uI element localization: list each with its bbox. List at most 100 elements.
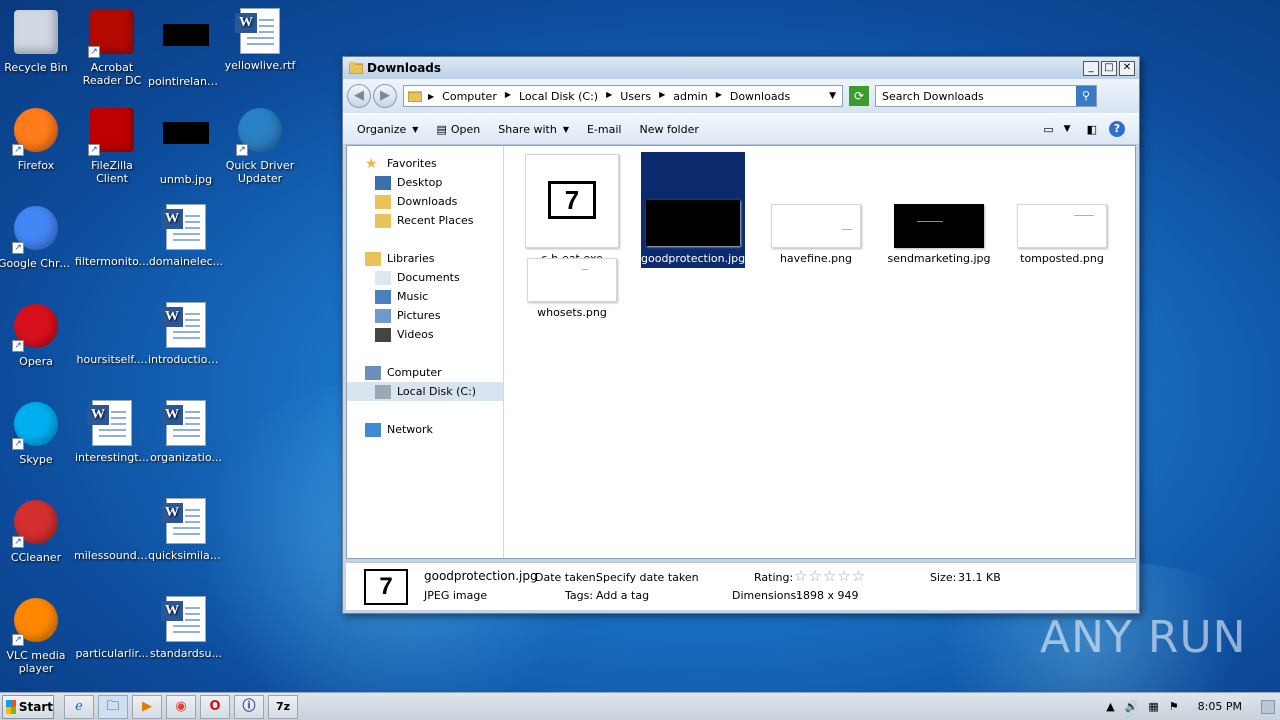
media-player-icon[interactable]: ▶ (132, 694, 162, 719)
desktop-icon[interactable]: Winterestingt... (74, 400, 150, 464)
minimize-button[interactable]: _ (1083, 60, 1099, 76)
view-options-icon[interactable]: ▭ (1043, 123, 1053, 136)
nav-item-label: Music (397, 290, 429, 303)
help-icon[interactable]: ? (1109, 121, 1125, 137)
chevron-right-icon[interactable]: ▶ (505, 90, 511, 103)
exe-taskbar-icon[interactable]: 7z (268, 694, 298, 719)
start-button[interactable]: Start (2, 694, 54, 719)
chevron-right-icon[interactable]: ▶ (716, 90, 722, 103)
nav-item-label: Libraries (387, 252, 435, 265)
clock[interactable]: 8:05 PM (1198, 700, 1242, 713)
action-center-flag-icon[interactable]: ⚑ (1169, 700, 1179, 713)
nav-item[interactable]: Downloads (347, 192, 503, 211)
command-button[interactable]: Organize ▼ (357, 123, 418, 136)
word-doc-icon: W (161, 204, 210, 252)
nav-item[interactable]: Local Disk (C:) (347, 382, 503, 401)
command-button[interactable]: New folder (639, 123, 698, 136)
file-name: whosets.png (537, 306, 607, 319)
desktop-icon[interactable]: ↗ VLC media player (0, 596, 74, 675)
maximize-button[interactable]: □ (1101, 60, 1117, 76)
desktop-icon[interactable]: milessound.... (74, 498, 150, 562)
nav-item[interactable]: Desktop (347, 173, 503, 192)
desktop-icon-label: Firefox (17, 159, 55, 172)
desktop-icon[interactable]: Worganizatio... (148, 400, 224, 464)
desktop-icon[interactable]: Wintroduction... (148, 302, 224, 366)
refresh-button[interactable]: ⟳ (849, 86, 869, 106)
command-button[interactable]: Share with ▼ (498, 123, 569, 136)
close-button[interactable]: ✕ (1119, 60, 1135, 76)
desktop-icon[interactable]: ↗ Firefox (0, 106, 74, 172)
nav-item[interactable]: Recent Places (347, 211, 503, 230)
desktop-icon[interactable]: Wstandardsu... (148, 596, 224, 660)
chevron-right-icon[interactable]: ▶ (659, 90, 665, 103)
file-item[interactable]: tomposted.png (1010, 152, 1114, 265)
preview-pane-icon[interactable]: ◧ (1087, 123, 1097, 136)
desktop-icon[interactable]: Wquicksimilar.rtf (148, 498, 224, 562)
desktop-icon-label: particularlir... (75, 647, 149, 660)
network-tray-icon[interactable]: ▦ (1148, 700, 1158, 713)
back-button[interactable]: ◀ (347, 84, 371, 108)
desktop-icon[interactable]: hoursitself.... (74, 302, 150, 366)
desktop-icon[interactable]: Wyellowlive.rtf (222, 8, 298, 72)
desktop-icon[interactable]: ↗ Google Chrome (0, 204, 74, 270)
chevron-right-icon[interactable]: ▶ (606, 90, 612, 103)
file-item[interactable]: whosets.png (520, 258, 624, 319)
forward-button[interactable]: ▶ (373, 84, 397, 108)
search-icon[interactable]: ⚲ (1076, 86, 1096, 106)
breadcrumb-item[interactable]: Local Disk (C:) (519, 90, 598, 103)
desktop-icon[interactable]: pointireland... (148, 8, 224, 88)
info-icon[interactable]: ⓘ (234, 694, 264, 719)
address-bar[interactable]: ▶ Computer ▶ Local Disk (C:) ▶ Users ▶ admin ▶ D… (403, 85, 843, 107)
search-placeholder: Search Downloads (882, 89, 984, 103)
internet-explorer-icon[interactable]: ℯ (64, 694, 94, 719)
chevron-up-icon[interactable]: ▲ (1106, 700, 1114, 713)
command-button[interactable]: ▤ Open (436, 123, 480, 136)
breadcrumb-item[interactable]: Downloads (730, 90, 790, 103)
desktop-icon[interactable]: Recycle Bin (0, 8, 74, 74)
nav-item[interactable]: Computer (347, 363, 503, 382)
file-item[interactable]: goodprotection.jpg (641, 152, 745, 268)
desktop-icon-label: VLC media player (6, 649, 66, 675)
acrobat-icon: ↗ (88, 10, 136, 58)
desktop-icon[interactable]: particularlir... (74, 596, 150, 660)
command-button[interactable]: E-mail (587, 123, 622, 136)
nav-item[interactable]: Libraries (347, 249, 503, 268)
chevron-down-icon[interactable]: ▼ (829, 91, 836, 101)
nav-item[interactable]: ★ Favorites (347, 154, 503, 173)
show-desktop-button[interactable] (1261, 699, 1275, 714)
volume-icon[interactable]: 🔊 (1125, 700, 1139, 713)
desktop-icon-label: CCleaner (10, 551, 62, 564)
breadcrumb-item[interactable]: admin (673, 90, 707, 103)
nav-item[interactable]: Documents (347, 268, 503, 287)
black-thumbnail-icon (162, 24, 210, 72)
desktop-icon[interactable]: ↗ Quick Driver Updater (222, 106, 298, 185)
chevron-down-icon[interactable]: ▼ (1064, 124, 1071, 134)
desktop-icon[interactable]: Wdomainelec... (148, 204, 224, 268)
detail-tags-value[interactable]: Add a tag (596, 589, 649, 602)
desktop-icon[interactable]: ↗ Opera (0, 302, 74, 368)
breadcrumb-item[interactable]: Users (620, 90, 651, 103)
desktop-icon[interactable]: ↗ Skype (0, 400, 74, 466)
breadcrumb-item[interactable]: Computer (442, 90, 497, 103)
detail-date-value[interactable]: Specify date taken (596, 571, 699, 584)
desktop-icon[interactable]: ↗ CCleaner (0, 498, 74, 564)
explorer-taskbar-icon[interactable]: 🗀 (98, 694, 128, 719)
search-input[interactable]: Search Downloads ⚲ (875, 85, 1097, 107)
nav-item[interactable]: Music (347, 287, 503, 306)
chrome-taskbar-icon[interactable]: ◉ (166, 694, 196, 719)
explorer-window[interactable]: Downloads _ □ ✕ ◀ ▶ ▶ Computer ▶ Local Dis… (342, 56, 1140, 614)
desktop-icon[interactable]: ↗ Acrobat Reader DC (74, 8, 150, 87)
nav-item[interactable]: Pictures (347, 306, 503, 325)
file-item[interactable]: havefine.png (764, 152, 868, 265)
opera-taskbar-icon[interactable]: O (200, 694, 230, 719)
desktop-icon[interactable]: filtermonito... (74, 204, 150, 268)
desktop-icon-label: yellowlive.rtf (224, 59, 296, 72)
file-item[interactable]: 7c-h-eat.exe (520, 152, 624, 265)
title-bar[interactable]: Downloads _ □ ✕ (343, 57, 1139, 79)
desktop-icon[interactable]: ↗ FileZilla Client (74, 106, 150, 185)
desktop-icon[interactable]: unmb.jpg (148, 106, 224, 186)
nav-item[interactable]: Videos (347, 325, 503, 344)
nav-item[interactable]: Network (347, 420, 503, 439)
rating-stars[interactable]: ☆☆☆☆☆ (794, 567, 866, 585)
file-item[interactable]: sendmarketing.jpg (887, 152, 991, 265)
